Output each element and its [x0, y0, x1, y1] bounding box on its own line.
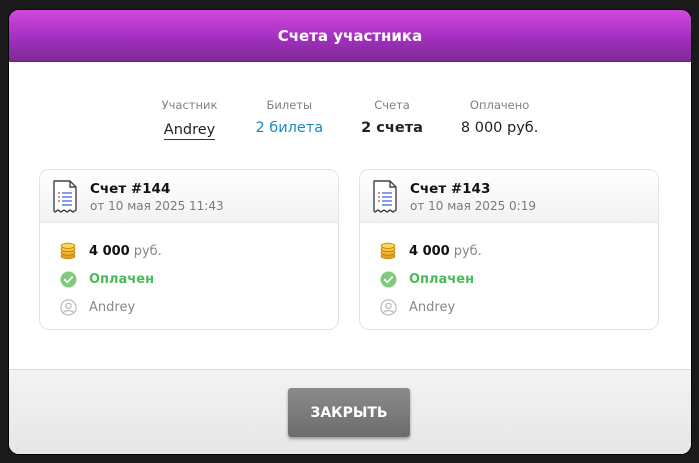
invoice-date: от 10 мая 2025 11:43	[90, 199, 224, 213]
invoice-card[interactable]: Счет #143 от 10 мая 2025 0:19 4 000 руб.	[359, 169, 659, 330]
check-circle-icon	[379, 270, 397, 288]
invoice-document-icon	[53, 180, 77, 213]
invoice-user: Andrey	[409, 299, 456, 315]
summary-stats: Участник Andrey Билеты 2 билета Счета 2 …	[9, 98, 691, 140]
invoice-status: Оплачен	[409, 271, 475, 287]
invoices-modal: Счета участника Участник Andrey Билеты 2…	[9, 10, 691, 454]
invoice-status-row: Оплачен	[59, 269, 154, 289]
stat-label: Участник	[161, 98, 218, 112]
invoice-document-icon	[373, 180, 397, 213]
check-circle-icon	[59, 270, 77, 288]
invoice-status-row: Оплачен	[379, 269, 474, 289]
stat-invoices: Счета 2 счета	[361, 98, 423, 140]
invoice-date: от 10 мая 2025 0:19	[410, 199, 536, 213]
invoice-title: Счет #143	[410, 181, 491, 197]
stat-paid: Оплачено 8 000 руб.	[461, 98, 538, 140]
modal-title: Счета участника	[277, 26, 423, 45]
coins-icon	[59, 242, 77, 260]
paid-total: 8 000 руб.	[460, 120, 539, 136]
invoice-amount: 4 000	[409, 243, 450, 259]
invoice-card-header: Счет #144 от 10 мая 2025 11:43	[40, 170, 338, 223]
stat-label: Счета	[374, 98, 410, 112]
modal-header: Счета участника	[9, 10, 691, 62]
user-circle-icon	[379, 298, 397, 316]
invoice-amount-row: 4 000 руб.	[379, 241, 482, 261]
invoice-amount: 4 000	[89, 243, 130, 259]
stat-participant: Участник Andrey	[161, 98, 218, 140]
invoice-currency: руб.	[453, 243, 482, 259]
invoices-count: 2 счета	[361, 120, 423, 136]
tickets-link[interactable]: 2 билета	[255, 119, 323, 137]
invoice-status: Оплачен	[89, 271, 155, 287]
invoice-user-row: Andrey	[379, 297, 455, 317]
stat-tickets: Билеты 2 билета	[255, 98, 323, 140]
invoice-title: Счет #144	[90, 181, 171, 197]
modal-footer: ЗАКРЫТЬ	[9, 369, 691, 454]
user-circle-icon	[59, 298, 77, 316]
stat-label: Оплачено	[469, 98, 530, 112]
stat-label: Билеты	[266, 98, 313, 112]
invoice-amount-row: 4 000 руб.	[59, 241, 162, 261]
participant-link[interactable]: Andrey	[163, 121, 216, 140]
close-button[interactable]: ЗАКРЫТЬ	[288, 388, 410, 437]
invoice-card[interactable]: Счет #144 от 10 мая 2025 11:43 4 000 руб…	[39, 169, 339, 330]
coins-icon	[379, 242, 397, 260]
invoice-user: Andrey	[89, 299, 136, 315]
invoice-currency: руб.	[133, 243, 162, 259]
invoice-user-row: Andrey	[59, 297, 135, 317]
invoice-card-header: Счет #143 от 10 мая 2025 0:19	[360, 170, 658, 223]
